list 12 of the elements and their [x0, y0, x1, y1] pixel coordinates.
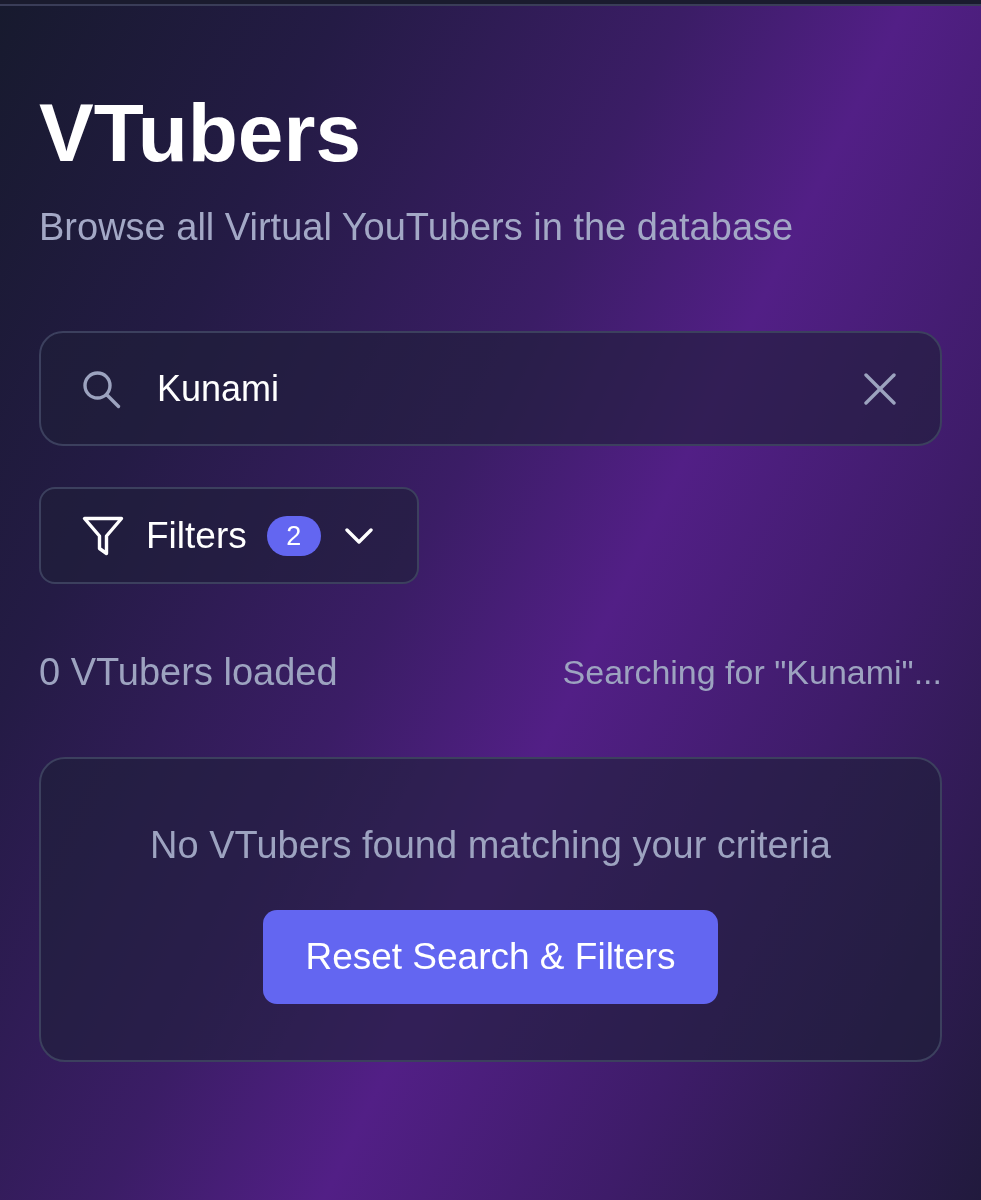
- search-icon: [81, 368, 121, 409]
- page-title: VTubers: [39, 87, 361, 179]
- search-field[interactable]: Kunami: [39, 331, 942, 446]
- page-subtitle: Browse all Virtual YouTubers in the database: [39, 205, 794, 249]
- funnel-icon: [82, 514, 124, 557]
- filters-button[interactable]: Filters 2: [39, 487, 419, 584]
- results-count: 0 VTubers loaded: [39, 650, 338, 694]
- empty-message: No VTubers found matching your criteria: [150, 823, 831, 867]
- filter-count-badge: 2: [266, 515, 321, 556]
- reset-button[interactable]: Reset Search & Filters: [263, 910, 718, 1004]
- close-icon[interactable]: [864, 372, 896, 405]
- search-status: Searching for "Kunami"...: [562, 652, 942, 693]
